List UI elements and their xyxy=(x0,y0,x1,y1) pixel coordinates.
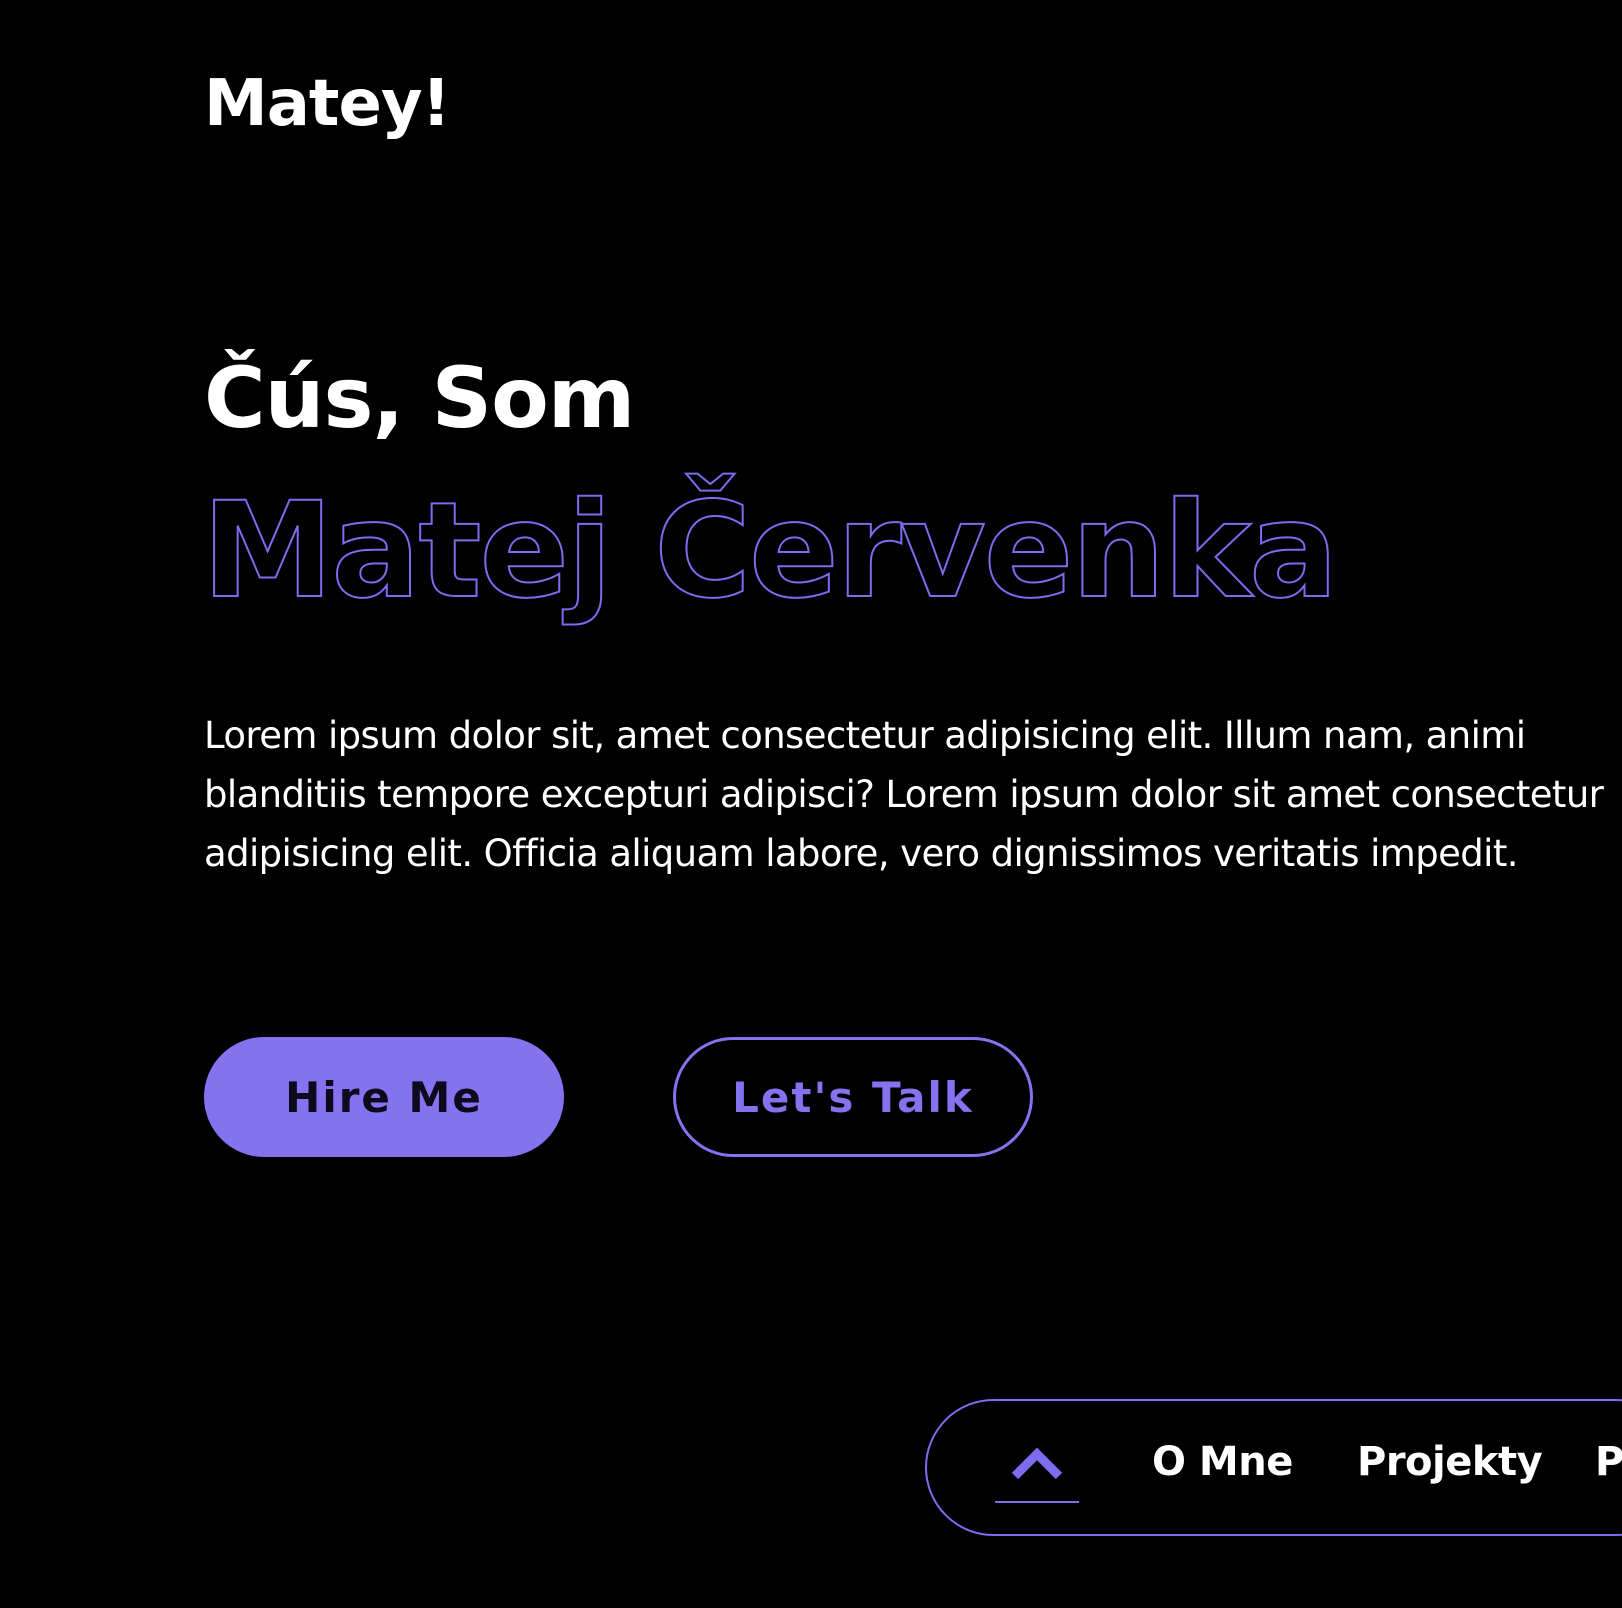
site-logo[interactable]: Matey! xyxy=(204,72,451,136)
hero-name-text: Matej Červenka xyxy=(202,473,1336,628)
nav-item-o-mne[interactable]: O Mne xyxy=(1152,1442,1293,1482)
hero-name: Matej Červenka xyxy=(201,472,1338,629)
nav-active-indicator xyxy=(995,1501,1079,1503)
hero-greeting: Čús, Som xyxy=(204,349,635,447)
nav-home-button[interactable] xyxy=(995,1446,1079,1504)
lets-talk-button[interactable]: Let's Talk xyxy=(673,1037,1033,1157)
page: Matey! Čús, Som Matej Červenka Lorem ips… xyxy=(0,0,1622,1608)
nav-item-projekty[interactable]: Projekty xyxy=(1357,1442,1543,1482)
hire-me-button[interactable]: Hire Me xyxy=(204,1037,564,1157)
nav-item-next[interactable]: P xyxy=(1595,1442,1622,1482)
hero-intro: Lorem ipsum dolor sit, amet consectetur … xyxy=(204,714,1604,875)
chevron-up-icon xyxy=(1011,1447,1063,1480)
